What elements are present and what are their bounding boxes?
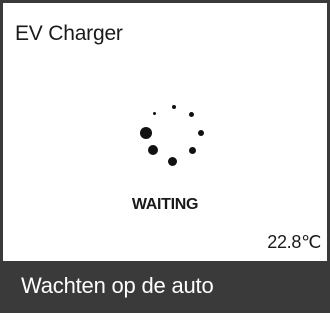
spinner-dot [189, 112, 194, 117]
spinner-dot [140, 127, 152, 139]
temperature-readout: 22.8℃ [267, 232, 321, 252]
spinner-dot [172, 105, 176, 109]
status-message-bar: Wachten op de auto [0, 261, 330, 313]
loading-spinner-icon [131, 100, 215, 172]
spinner-dot [148, 145, 158, 155]
page-title: EV Charger [15, 22, 123, 45]
status-message: Wachten op de auto [21, 273, 214, 298]
spinner-dot [153, 112, 156, 115]
status-label: WAITING [131, 196, 199, 213]
ev-charger-screen: EV Charger WAITING 22.8℃ Wachten op de a… [0, 0, 330, 313]
spinner-dot [189, 147, 196, 154]
spinner-dot [168, 157, 177, 166]
spinner-dot [198, 130, 204, 136]
